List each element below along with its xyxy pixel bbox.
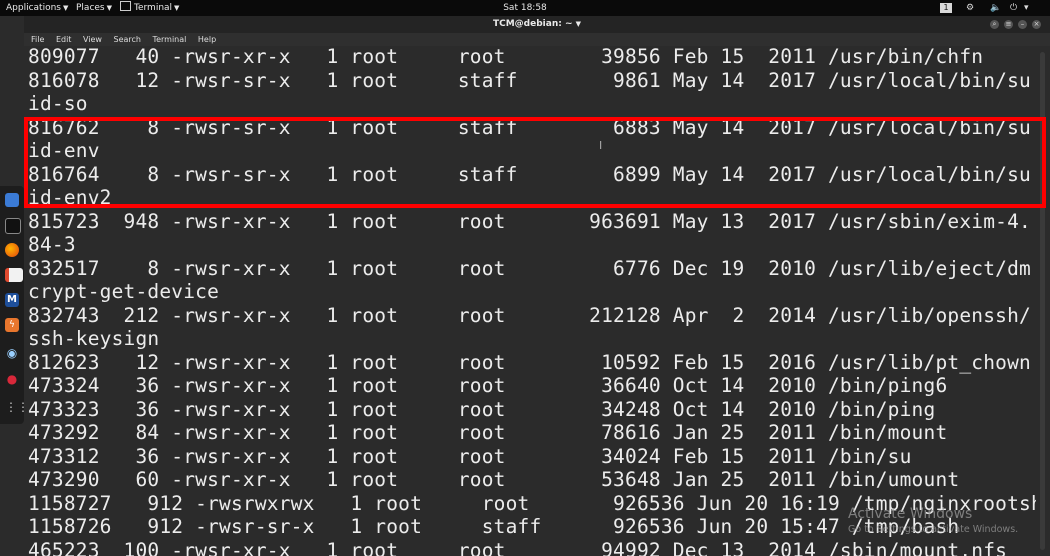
watermark-title: Activate Windows xyxy=(848,506,973,522)
activation-watermark: Activate Windows Go to Settings to activ… xyxy=(848,506,1018,535)
menu-file[interactable]: File xyxy=(31,35,44,44)
title-dropdown-icon[interactable]: ▼ xyxy=(576,20,581,28)
maltego-icon[interactable]: M xyxy=(5,293,19,307)
terminal-line: 473290 60 -rwsr-xr-x 1 root root 53648 J… xyxy=(28,468,960,491)
menu-help[interactable]: Help xyxy=(198,35,216,44)
files-icon[interactable] xyxy=(5,193,19,207)
burp-icon[interactable]: ϟ xyxy=(5,318,19,332)
menu-search[interactable]: Search xyxy=(114,35,141,44)
menu-icon[interactable]: ≡ xyxy=(1004,20,1013,29)
menu-edit[interactable]: Edit xyxy=(56,35,72,44)
terminal-line: 473312 36 -rwsr-xr-x 1 root root 34024 F… xyxy=(28,445,912,468)
top-panel: Applications ▼ Places ▼ Terminal ▼ Sat 18:5… xyxy=(0,0,1050,16)
workspace-indicator[interactable]: 1 xyxy=(940,3,952,13)
menu-terminal[interactable]: Terminal xyxy=(153,35,187,44)
clock[interactable]: Sat 18:58 xyxy=(0,0,1050,16)
text-editor-icon[interactable] xyxy=(5,268,23,282)
terminal-line: 809077 40 -rwsr-xr-x 1 root root 39856 F… xyxy=(28,46,984,68)
volume-icon[interactable]: 🔈 xyxy=(990,0,1001,16)
power-icon[interactable]: ⏻ xyxy=(1010,0,1017,16)
terminal-line: 812623 12 -rwsr-xr-x 1 root root 10592 F… xyxy=(28,351,1031,374)
window-titlebar[interactable]: TCM@debian: ~ ▼ ⌕ ≡ – × xyxy=(24,16,1050,33)
terminal-line: ssh-keysign xyxy=(28,327,160,350)
eye-icon[interactable]: ◉ xyxy=(5,346,19,360)
terminal-window: TCM@debian: ~ ▼ ⌕ ≡ – × File Edit View S… xyxy=(24,16,1050,556)
window-title: TCM@debian: ~ xyxy=(492,19,573,29)
search-icon[interactable]: ⌕ xyxy=(990,20,999,29)
terminal-line: 832743 212 -rwsr-xr-x 1 root root 212128… xyxy=(28,304,1031,327)
terminal-line: 473292 84 -rwsr-xr-x 1 root root 78616 J… xyxy=(28,421,948,444)
terminal-line: 473323 36 -rwsr-xr-x 1 root root 34248 O… xyxy=(28,398,936,421)
highlight-box xyxy=(24,117,1046,208)
chevron-down-icon[interactable]: ▾ xyxy=(1024,0,1029,16)
terminal-line: 84-3 xyxy=(28,233,76,256)
dock: M ϟ ◉ ● ⋮⋮ xyxy=(0,186,29,424)
menu-bar: File Edit View Search Terminal Help xyxy=(24,33,1050,46)
terminal-line: id-so xyxy=(28,92,88,115)
minimize-icon[interactable]: – xyxy=(1018,20,1027,29)
watermark-subtitle: Go to Settings to activate Windows. xyxy=(848,524,1019,535)
terminal-line: 832517 8 -rwsr-xr-x 1 root root 6776 Dec… xyxy=(28,257,1031,280)
firefox-icon[interactable] xyxy=(5,243,19,257)
terminal-line: crypt-get-device xyxy=(28,280,220,303)
close-icon[interactable]: × xyxy=(1032,20,1041,29)
terminal-line: 816078 12 -rwsr-sr-x 1 root staff 9861 M… xyxy=(28,69,1031,92)
menu-view[interactable]: View xyxy=(83,35,102,44)
network-icon[interactable]: ⚙ xyxy=(966,0,974,16)
terminal-line: 1158726 912 -rwsr-sr-x 1 root staff 9265… xyxy=(28,515,960,538)
terminal-line: 815723 948 -rwsr-xr-x 1 root root 963691… xyxy=(28,210,1031,233)
terminal-line: 465223 100 -rwsr-xr-x 1 root root 94992 … xyxy=(28,539,1008,556)
app-grid-icon[interactable]: ⋮⋮ xyxy=(5,400,29,414)
terminal-line: 473324 36 -rwsr-xr-x 1 root root 36640 O… xyxy=(28,374,948,397)
terminal-icon[interactable] xyxy=(5,218,21,234)
cherry-icon[interactable]: ● xyxy=(5,372,19,386)
